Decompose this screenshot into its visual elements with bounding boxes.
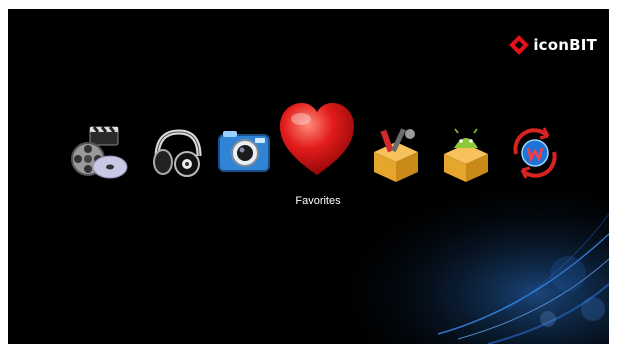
- brand-name: iconBIT: [533, 36, 597, 54]
- movies-menu-item[interactable]: [68, 121, 130, 183]
- web-menu-item[interactable]: [506, 124, 564, 182]
- camera-icon: [218, 131, 270, 172]
- android-box-icon: [444, 128, 488, 182]
- settings-menu-item[interactable]: [366, 124, 426, 184]
- heart-icon: [280, 103, 354, 175]
- favorites-menu-item[interactable]: [276, 99, 358, 181]
- iconbit-diamond-icon: [509, 35, 530, 55]
- media-player-home-screen: iconBIT Favorites: [8, 9, 609, 344]
- music-menu-item[interactable]: [149, 124, 205, 180]
- toolbox-icon: [374, 128, 418, 182]
- film-reel-clapper-icon: [71, 126, 128, 179]
- apps-menu-item[interactable]: [436, 124, 496, 184]
- web-sync-icon: [513, 127, 557, 179]
- brand-logo: iconBIT: [509, 34, 597, 56]
- focused-item-label: Favorites: [295, 195, 341, 207]
- headphones-icon: [153, 129, 202, 177]
- photos-menu-item[interactable]: [215, 123, 273, 179]
